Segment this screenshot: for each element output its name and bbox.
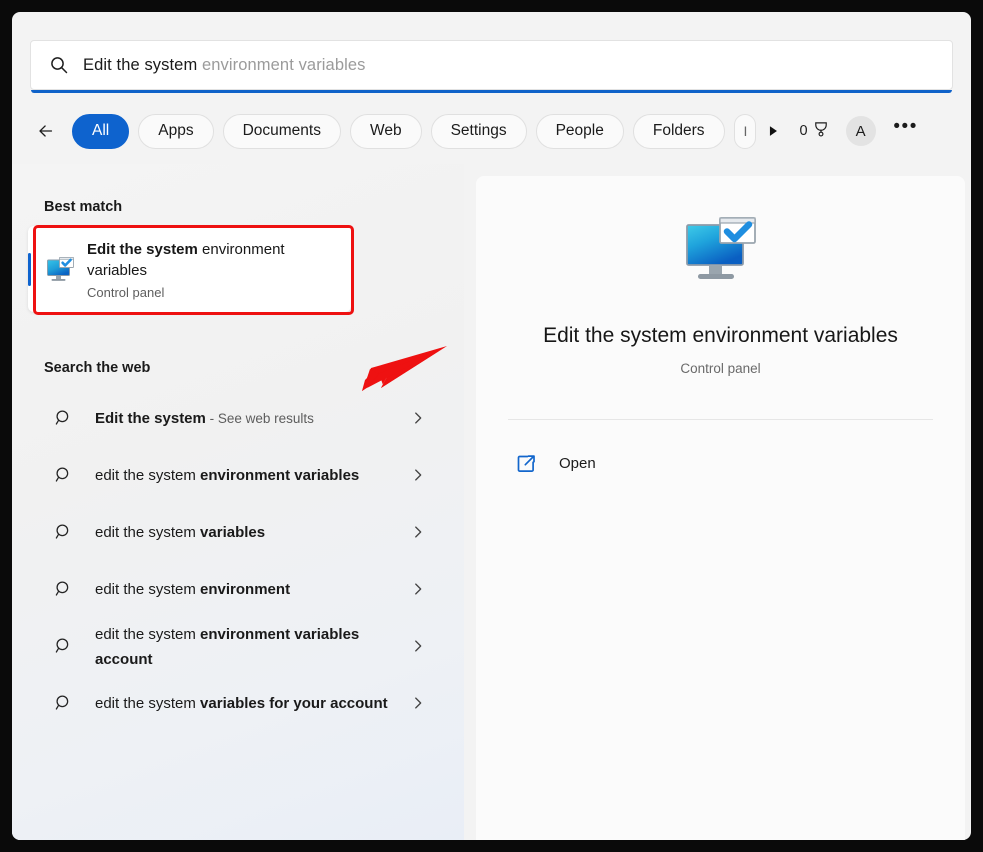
tab-people[interactable]: People [536, 114, 624, 149]
search-magnifier-icon [54, 408, 76, 430]
rewards-indicator[interactable]: 0 [800, 120, 830, 143]
play-triangle-icon[interactable] [760, 116, 786, 146]
best-match-card[interactable]: Edit the system environment variables Co… [28, 226, 351, 312]
web-result-2-plain: edit the system [95, 524, 200, 541]
best-match-title-bold: Edit the system [87, 241, 198, 258]
list-item-label: edit the system variables for your accou… [95, 691, 410, 716]
search-text: Edit the system environment variables [83, 56, 366, 75]
search-magnifier-icon [54, 522, 76, 544]
chevron-right-icon[interactable] [410, 581, 428, 599]
tab-apps[interactable]: Apps [138, 114, 213, 149]
tab-web[interactable]: Web [350, 114, 422, 149]
list-item-label: Edit the system - See web results [95, 406, 410, 431]
preview-subtitle: Control panel [476, 361, 965, 376]
search-box-accent-underline [31, 90, 952, 93]
list-item[interactable]: edit the system variables for your accou… [28, 675, 448, 732]
best-match-title: Edit the system environment variables [87, 239, 337, 281]
tab-documents[interactable]: Documents [223, 114, 341, 149]
web-result-5-plain: edit the system [95, 695, 200, 712]
tab-clipped-partial[interactable]: I [734, 114, 756, 149]
list-item-label: edit the system environment variables ac… [95, 622, 410, 672]
list-item[interactable]: edit the system environment variables ac… [28, 618, 448, 675]
chevron-right-icon[interactable] [410, 467, 428, 485]
tab-all[interactable]: All [72, 114, 129, 149]
search-magnifier-icon [54, 465, 76, 487]
search-box-container: Edit the system environment variables [30, 40, 953, 92]
back-button[interactable] [30, 115, 62, 147]
open-external-icon [516, 453, 537, 474]
list-item[interactable]: edit the system variables [28, 504, 448, 561]
web-result-0-bold: Edit the system [95, 410, 206, 427]
chevron-right-icon[interactable] [410, 695, 428, 713]
web-result-0-muted: - See web results [206, 411, 314, 426]
web-result-5-bold: variables for your account [200, 695, 388, 712]
preview-divider [508, 419, 933, 420]
search-magnifier-icon [54, 693, 76, 715]
results-left-column: Best match [12, 164, 464, 840]
system-properties-monitor-icon [679, 210, 763, 294]
web-results-list: Edit the system - See web results edit t… [28, 390, 448, 732]
search-magnifier-icon [54, 636, 76, 658]
web-result-4-plain: edit the system [95, 626, 200, 643]
list-item-label: edit the system variables [95, 520, 410, 545]
preview-panel: Edit the system environment variables Co… [476, 176, 965, 840]
screenshot-frame: Edit the system environment variables Al… [0, 0, 983, 852]
preview-title: Edit the system environment variables [476, 324, 965, 348]
search-magnifier-icon [54, 579, 76, 601]
chevron-right-icon[interactable] [410, 524, 428, 542]
list-item[interactable]: Edit the system - See web results [28, 390, 448, 447]
web-result-3-bold: environment [200, 581, 290, 598]
list-item-label: edit the system environment variables [95, 463, 410, 488]
medal-icon [812, 120, 830, 143]
best-match-subtitle: Control panel [87, 285, 337, 300]
overflow-menu-button[interactable]: ••• [892, 113, 920, 149]
windows-search-window: Edit the system environment variables Al… [12, 12, 971, 840]
search-web-heading: Search the web [44, 360, 150, 376]
tab-folders[interactable]: Folders [633, 114, 725, 149]
results-area: Best match [12, 164, 971, 840]
chevron-right-icon[interactable] [410, 410, 428, 428]
filter-tab-bar: All Apps Documents Web Settings People F… [30, 108, 953, 154]
chevron-right-icon[interactable] [410, 638, 428, 656]
search-typed-text: Edit the system [83, 56, 197, 74]
search-icon [49, 55, 69, 75]
search-suggestion-text: environment variables [197, 56, 365, 74]
best-match-text: Edit the system environment variables Co… [87, 239, 337, 300]
web-result-2-bold: variables [200, 524, 265, 541]
list-item[interactable]: edit the system environment variables [28, 447, 448, 504]
system-properties-monitor-icon [44, 254, 76, 286]
open-action-row[interactable]: Open [500, 443, 780, 483]
web-result-3-plain: edit the system [95, 581, 200, 598]
search-input[interactable]: Edit the system environment variables [30, 40, 953, 90]
list-item[interactable]: edit the system environment [28, 561, 448, 618]
list-item-label: edit the system environment [95, 577, 410, 602]
web-result-1-bold: environment variables [200, 467, 359, 484]
avatar[interactable]: A [846, 116, 876, 146]
rewards-count: 0 [800, 123, 808, 139]
selection-indicator [28, 253, 31, 286]
web-result-1-plain: edit the system [95, 467, 200, 484]
tab-settings[interactable]: Settings [431, 114, 527, 149]
open-action-label: Open [559, 455, 596, 472]
best-match-heading: Best match [44, 199, 122, 215]
